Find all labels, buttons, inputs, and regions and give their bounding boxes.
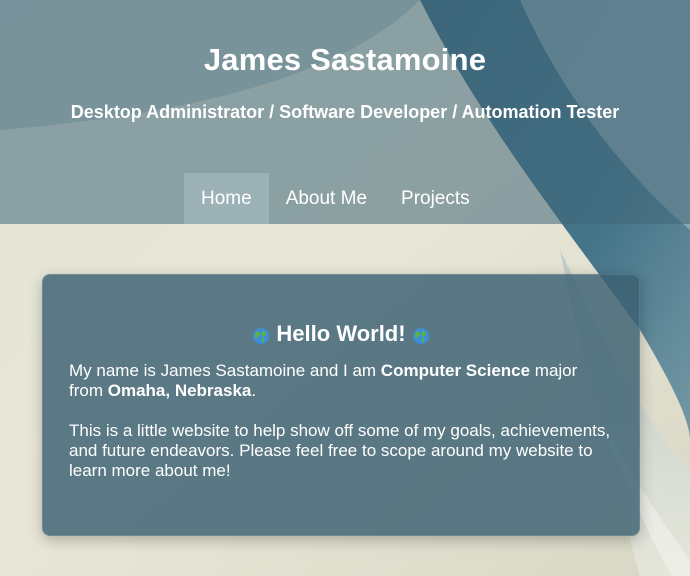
intro-major: Computer Science [380, 361, 531, 380]
intro-card: Hello World! My name is James Sastamoine… [42, 274, 640, 536]
main-nav: Home About Me Projects [184, 173, 487, 224]
intro-text: . [251, 381, 257, 400]
nav-about-me[interactable]: About Me [269, 173, 384, 224]
site-title: James Sastamoine [203, 42, 487, 77]
globe-icon [252, 325, 270, 344]
intro-text: My name is James Sastamoine and I am [69, 361, 381, 380]
intro-title-text: Hello World! [276, 321, 406, 346]
site-tagline: Desktop Administrator / Software Develop… [70, 102, 620, 122]
nav-home[interactable]: Home [184, 173, 269, 224]
globe-icon [412, 325, 430, 344]
intro-paragraph-1: My name is James Sastamoine and I am Com… [69, 361, 613, 401]
nav-projects[interactable]: Projects [384, 173, 487, 224]
intro-title: Hello World! [69, 321, 613, 347]
intro-paragraph-2: This is a little website to help show of… [69, 421, 611, 480]
intro-hometown: Omaha, Nebraska [107, 381, 252, 400]
site-header: James Sastamoine Desktop Administrator /… [0, 0, 690, 224]
